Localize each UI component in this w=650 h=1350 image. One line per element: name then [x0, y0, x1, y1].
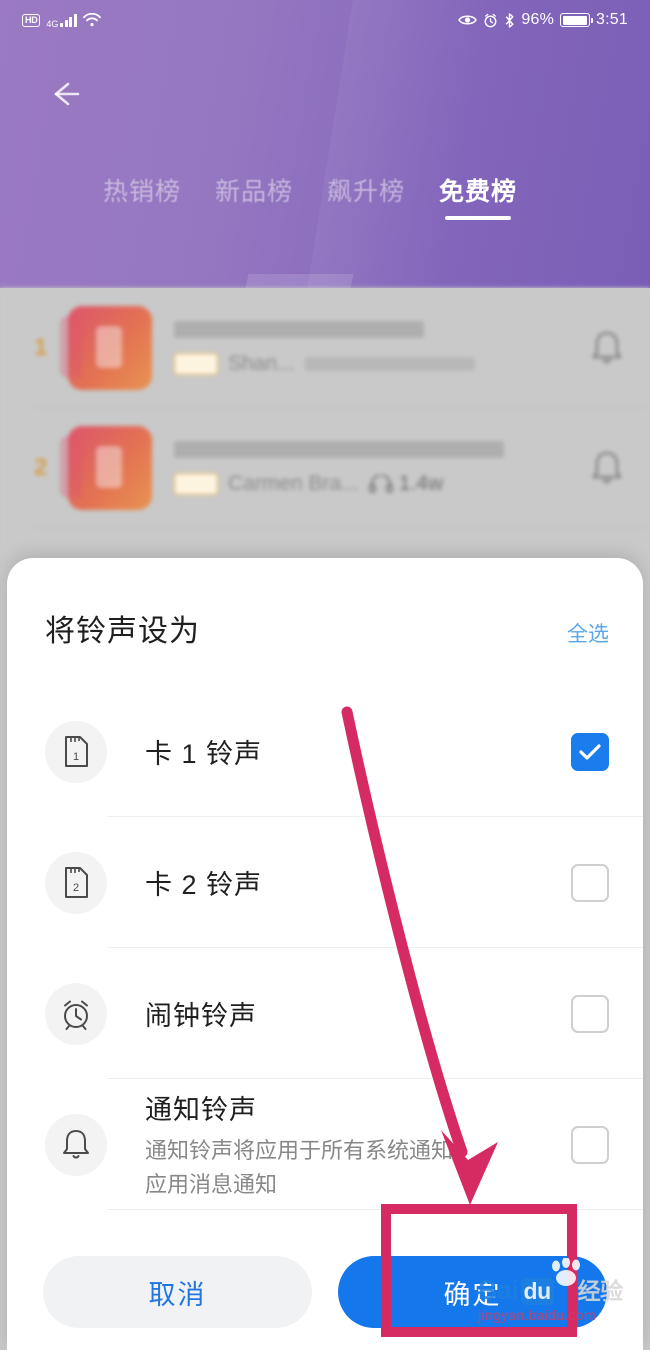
status-bar: HD 4G 96% 3:51	[0, 0, 650, 40]
svg-text:1: 1	[73, 751, 79, 763]
play-count-label: 1.4w	[398, 471, 444, 495]
tab-new-products[interactable]: 新品榜	[215, 172, 293, 220]
signal-bars-icon	[60, 13, 77, 27]
hd-icon: HD	[22, 13, 41, 27]
ringtone-ranking-list: 1 Shan... 2 Carmen Bra... 1.4w	[0, 288, 650, 588]
list-item-meta: Shan...	[174, 320, 590, 376]
watermark-url: jingyan.baidu.com	[478, 1307, 596, 1323]
paw-icon	[552, 1258, 580, 1286]
play-count: 1.4w	[368, 471, 444, 496]
battery-icon	[560, 13, 594, 27]
clock-label: 3:51	[596, 11, 628, 28]
tab-free[interactable]: 免费榜	[439, 172, 517, 220]
option-label: 通知铃声	[145, 1094, 257, 1125]
wifi-icon	[83, 13, 101, 27]
checkbox-alarm[interactable]	[571, 994, 609, 1033]
status-bar-right: 96% 3:51	[458, 11, 628, 29]
bell-icon[interactable]	[590, 449, 624, 487]
status-bar-left: HD 4G	[22, 11, 101, 29]
checkbox-sim1[interactable]	[571, 732, 609, 771]
ranking-tabs: 热销榜 新品榜 飙升榜 免费榜	[0, 172, 650, 220]
dialog-header: 将铃声设为 全选	[7, 558, 643, 650]
option-row-sim1[interactable]: 1 卡 1 铃声	[7, 686, 643, 817]
title-placeholder	[174, 320, 424, 338]
ringtone-target-list: 1 卡 1 铃声 2 卡 2 铃声 闹钟铃声 通知铃声 通知铃声将应用于所有系统…	[7, 686, 643, 1210]
list-item-subrow: Shan...	[174, 352, 590, 376]
option-row-sim2[interactable]: 2 卡 2 铃声	[7, 817, 643, 948]
dialog-title: 将铃声设为	[45, 615, 200, 648]
option-row-alarm[interactable]: 闹钟铃声	[7, 948, 643, 1079]
option-texts: 卡 2 铃声	[145, 863, 571, 902]
option-label: 卡 2 铃声	[145, 870, 263, 900]
network-type-label: 4G	[46, 19, 59, 29]
option-texts: 卡 1 铃声	[145, 732, 571, 771]
list-item-subrow: Carmen Bra... 1.4w	[174, 472, 590, 496]
quality-tag	[174, 472, 218, 495]
bell-icon[interactable]	[590, 329, 624, 367]
tab-rising[interactable]: 飙升榜	[327, 172, 405, 220]
cancel-button[interactable]: 取消	[43, 1256, 312, 1328]
alarm-icon	[484, 13, 497, 27]
title-placeholder	[174, 440, 504, 458]
header-sheen	[297, 0, 493, 288]
phone-screenshot: HD 4G 96% 3:51 热销榜 新品榜 飙升榜 免费榜 1 Shan...…	[0, 0, 650, 1350]
tab-hot-sales[interactable]: 热销榜	[103, 172, 181, 220]
album-art	[60, 426, 152, 510]
watermark-brand: Bai du 经验	[478, 1258, 623, 1306]
notification-bell-icon	[45, 1113, 107, 1176]
check-icon	[579, 743, 601, 760]
option-texts: 闹钟铃声	[145, 994, 571, 1033]
back-arrow-icon[interactable]	[46, 74, 86, 114]
album-art	[60, 306, 152, 390]
baidu-watermark: Bai du 经验 jingyan.baidu.com	[478, 1258, 623, 1323]
battery-percent-label: 96%	[521, 11, 555, 28]
option-description: 通知铃声将应用于所有系统通知、应用消息通知	[145, 1137, 476, 1197]
sim-card-1-icon: 1	[45, 720, 107, 783]
headphones-icon	[368, 474, 393, 493]
quality-tag	[174, 352, 218, 375]
option-row-notification[interactable]: 通知铃声 通知铃声将应用于所有系统通知、应用消息通知	[7, 1079, 643, 1210]
svg-text:2: 2	[73, 882, 79, 894]
app-header: HD 4G 96% 3:51 热销榜 新品榜 飙升榜 免费榜	[0, 0, 650, 288]
checkbox-sim2[interactable]	[571, 863, 609, 902]
alarm-clock-icon	[45, 982, 107, 1045]
sim-card-2-icon: 2	[45, 851, 107, 914]
option-texts: 通知铃声 通知铃声将应用于所有系统通知、应用消息通知	[145, 1088, 571, 1202]
eye-icon	[458, 15, 478, 25]
artist-label: Carmen Bra...	[228, 471, 359, 495]
select-all-link[interactable]: 全选	[567, 618, 609, 648]
watermark-brand-label: Bai	[478, 1275, 519, 1305]
option-label: 闹钟铃声	[145, 1001, 257, 1031]
bluetooth-icon	[506, 12, 514, 28]
list-item-meta: Carmen Bra... 1.4w	[174, 440, 590, 496]
list-item[interactable]: 2 Carmen Bra... 1.4w	[0, 408, 650, 528]
list-item[interactable]: 1 Shan...	[0, 288, 650, 408]
option-label: 卡 1 铃声	[145, 739, 263, 769]
checkbox-notification[interactable]	[571, 1125, 609, 1164]
artist-label: Shan...	[228, 351, 295, 375]
meta-placeholder	[304, 356, 475, 371]
header-notch	[245, 274, 354, 288]
